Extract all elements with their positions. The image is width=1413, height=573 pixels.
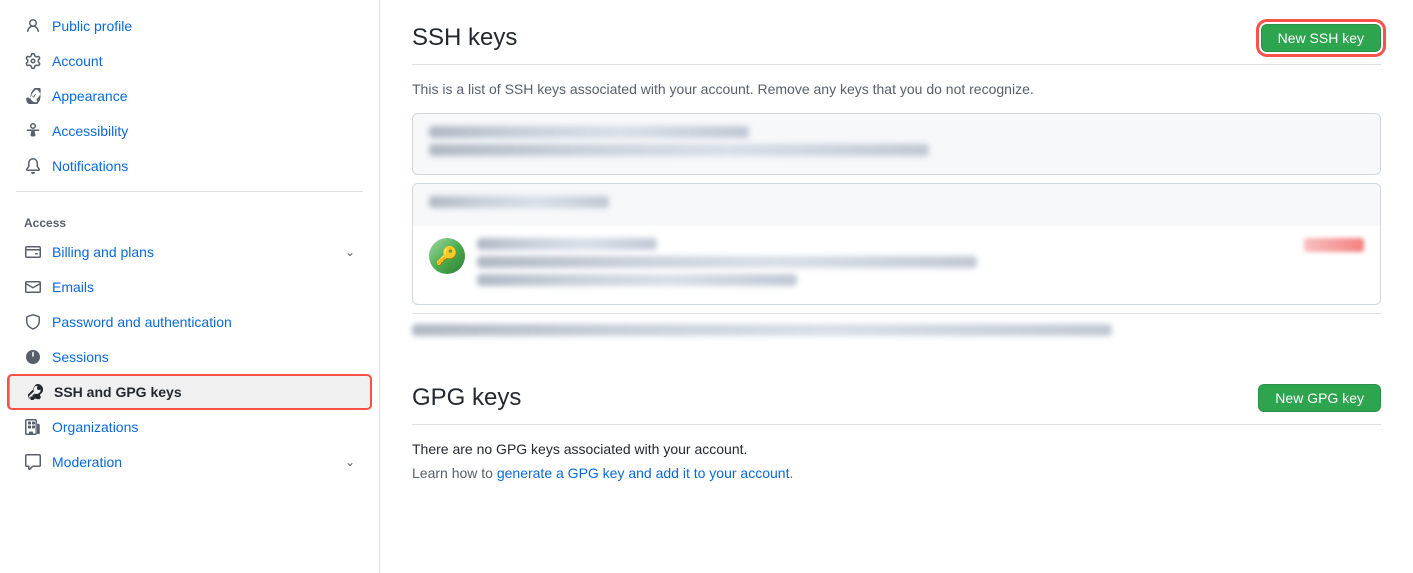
sidebar: Public profile Account Appearance Access…	[0, 0, 380, 573]
ssh-key-delete-blur	[1304, 238, 1364, 252]
sidebar-item-account[interactable]: Account	[8, 44, 371, 78]
ssh-section-header: SSH keys New SSH key	[412, 24, 1381, 52]
sidebar-divider	[16, 191, 363, 192]
sidebar-item-label: Moderation	[52, 454, 335, 470]
ssh-key-detail-blur	[429, 144, 929, 156]
sidebar-item-billing[interactable]: Billing and plans ⌄	[8, 235, 371, 269]
sidebar-item-label: SSH and GPG keys	[54, 384, 355, 400]
ssh-key-date-blur	[477, 274, 797, 286]
sidebar-item-moderation[interactable]: Moderation ⌄	[8, 445, 371, 479]
moderation-icon	[24, 453, 42, 471]
ssh-key-item-3	[412, 313, 1381, 352]
sidebar-item-organizations[interactable]: Organizations	[8, 410, 371, 444]
key-icon	[26, 383, 44, 401]
sidebar-item-sessions[interactable]: Sessions	[8, 340, 371, 374]
learn-link[interactable]: generate a GPG key and add it to your ac…	[497, 465, 790, 481]
sidebar-item-label: Appearance	[52, 88, 355, 104]
ssh-key-item-2: 🔑	[412, 183, 1381, 305]
gpg-learn-text: Learn how to generate a GPG key and add …	[412, 465, 1381, 481]
sidebar-item-public-profile[interactable]: Public profile	[8, 9, 371, 43]
paintbrush-icon	[24, 87, 42, 105]
accessibility-icon	[24, 122, 42, 140]
sidebar-item-appearance[interactable]: Appearance	[8, 79, 371, 113]
sidebar-item-label: Public profile	[52, 18, 355, 34]
ssh-key-title-blur-2	[429, 196, 609, 208]
ssh-key-title-blur	[429, 126, 749, 138]
ssh-key-row-blur	[412, 324, 1112, 336]
gpg-title: GPG keys	[412, 384, 521, 412]
ssh-key-fingerprint-blur	[477, 256, 977, 268]
page-title: SSH keys	[412, 24, 517, 52]
gear-icon	[24, 52, 42, 70]
ssh-section-divider	[412, 64, 1381, 65]
sidebar-item-ssh-gpg[interactable]: SSH and GPG keys	[8, 375, 371, 409]
ssh-key-item-1	[412, 113, 1381, 175]
chevron-down-icon: ⌄	[345, 455, 355, 469]
shield-icon	[24, 313, 42, 331]
mail-icon	[24, 278, 42, 296]
ssh-description: This is a list of SSH keys associated wi…	[412, 81, 1381, 97]
access-section-header: Access	[0, 200, 379, 234]
org-icon	[24, 418, 42, 436]
sidebar-item-label: Emails	[52, 279, 355, 295]
gpg-section-divider	[412, 424, 1381, 425]
gpg-no-keys-text: There are no GPG keys associated with yo…	[412, 441, 1381, 457]
sidebar-item-password-auth[interactable]: Password and authentication	[8, 305, 371, 339]
person-icon	[24, 17, 42, 35]
learn-suffix: .	[789, 465, 793, 481]
sidebar-item-label: Organizations	[52, 419, 355, 435]
credit-card-icon	[24, 243, 42, 261]
sidebar-item-emails[interactable]: Emails	[8, 270, 371, 304]
bell-icon	[24, 157, 42, 175]
sidebar-item-label: Accessibility	[52, 123, 355, 139]
sidebar-item-label: Sessions	[52, 349, 355, 365]
sidebar-item-label: Password and authentication	[52, 314, 355, 330]
sidebar-item-label: Billing and plans	[52, 244, 335, 260]
new-gpg-key-button[interactable]: New GPG key	[1258, 384, 1381, 412]
sidebar-item-label: Account	[52, 53, 355, 69]
sidebar-item-accessibility[interactable]: Accessibility	[8, 114, 371, 148]
gpg-section-header: GPG keys New GPG key	[412, 384, 1381, 412]
gpg-section: GPG keys New GPG key There are no GPG ke…	[412, 384, 1381, 481]
ssh-key-name-blur	[477, 238, 657, 250]
radio-icon	[24, 348, 42, 366]
chevron-down-icon: ⌄	[345, 245, 355, 259]
sidebar-item-label: Notifications	[52, 158, 355, 174]
sidebar-item-notifications[interactable]: Notifications	[8, 149, 371, 183]
main-content: SSH keys New SSH key This is a list of S…	[380, 0, 1413, 573]
learn-prefix: Learn how to	[412, 465, 497, 481]
new-ssh-key-button[interactable]: New SSH key	[1261, 24, 1381, 52]
